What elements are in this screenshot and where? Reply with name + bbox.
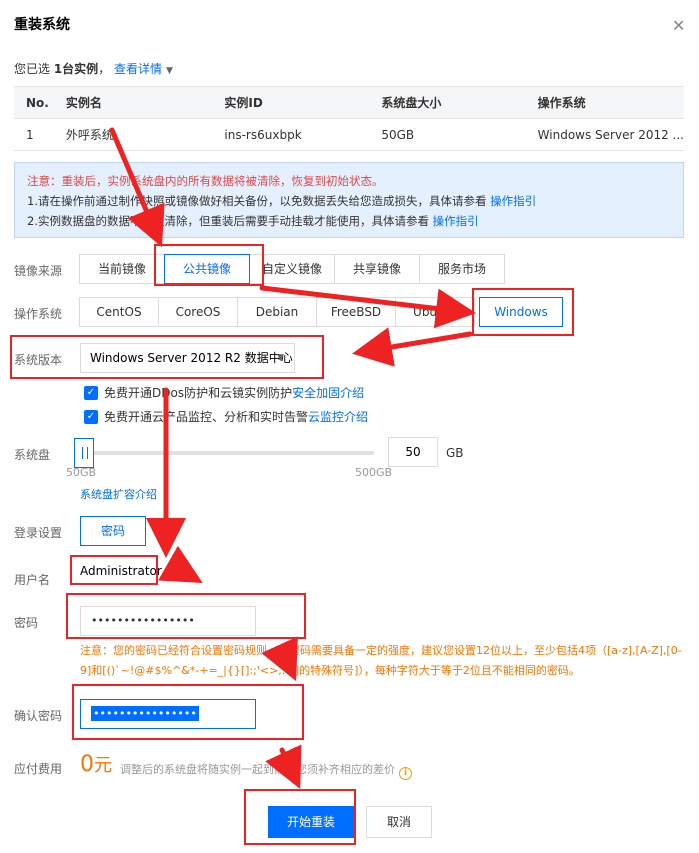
tab-centos[interactable]: CentOS: [79, 297, 159, 327]
close-icon[interactable]: ✕: [672, 18, 685, 34]
fee-label: 应付费用: [14, 762, 63, 776]
view-details-link[interactable]: 查看详情: [114, 62, 162, 76]
password-label: 密码: [14, 616, 39, 630]
username-value: Administrator: [80, 564, 162, 578]
os-label: 操作系统: [14, 307, 63, 321]
chevron-down-icon: ▼: [277, 353, 284, 363]
version-selected: Windows Server 2012 R2 数据中心: [90, 351, 293, 365]
dialog-title: 重装系统: [14, 17, 70, 33]
disk-slider-handle[interactable]: [74, 438, 94, 468]
tab-custom-image[interactable]: 自定义镜像: [249, 254, 335, 284]
cell-id: ins-rs6uxbpk: [212, 118, 370, 151]
password-note: 注意：您的密码已经符合设置密码规则，但密码需要具备一定的强度，建议您设置12位以…: [80, 644, 682, 677]
selected-prefix: 您已选: [14, 62, 54, 76]
cancel-button[interactable]: 取消: [366, 806, 432, 838]
version-label: 系统版本: [14, 353, 63, 367]
disk-size-input[interactable]: 50: [388, 437, 438, 467]
cell-no: 1: [14, 118, 54, 151]
disk-label: 系统盘: [14, 448, 51, 462]
tab-marketplace[interactable]: 服务市场: [419, 254, 505, 284]
image-source-label: 镜像来源: [14, 264, 63, 278]
col-os: 操作系统: [525, 86, 684, 119]
disk-min-label: 50GB: [66, 466, 97, 479]
disk-expand-link[interactable]: 系统盘扩容介绍: [80, 486, 157, 502]
table-row: 1 外呼系统 ins-rs6uxbpk 50GB Windows Server …: [14, 118, 684, 151]
confirm-label: 确认密码: [14, 709, 63, 723]
tab-coreos[interactable]: CoreOS: [158, 297, 238, 327]
confirm-password-input[interactable]: ••••••••••••••••: [80, 699, 256, 729]
table-header-row: No. 实例名 实例ID 系统盘大小 操作系统: [14, 86, 684, 119]
tab-public-image[interactable]: 公共镜像: [164, 254, 250, 284]
col-name: 实例名: [53, 86, 213, 119]
guide-link-2[interactable]: 操作指引: [433, 214, 479, 228]
tab-freebsd[interactable]: FreeBSD: [316, 297, 396, 327]
username-label: 用户名: [14, 573, 51, 587]
security-link[interactable]: 安全加固介绍: [292, 384, 364, 401]
fee-amount: 0元: [80, 752, 112, 777]
password-input[interactable]: ••••••••••••••••: [80, 606, 256, 636]
selected-count: 1台实例: [53, 62, 99, 76]
login-label: 登录设置: [14, 526, 63, 540]
monitor-link[interactable]: 云监控介绍: [308, 408, 368, 425]
arrow-small-username: [158, 545, 203, 583]
arrow-to-version: [352, 327, 473, 367]
monitor-text: 免费开通云产品监控、分析和实时告警: [104, 410, 309, 424]
os-tabs: CentOS CoreOS Debian FreeBSD Ubuntu Wind…: [79, 297, 563, 327]
info-icon[interactable]: i: [399, 767, 412, 780]
tab-windows[interactable]: Windows: [479, 297, 563, 327]
col-id: 实例ID: [212, 86, 370, 119]
selected-suffix: ，: [98, 62, 111, 76]
ddos-checkbox-row[interactable]: ✓ 免费开通DDos防护和云镜实例防护 安全加固介绍: [84, 384, 364, 401]
disk-max-label: 500GB: [355, 466, 393, 479]
login-password-option[interactable]: 密码: [80, 516, 146, 546]
selected-info: 您已选 1台实例， 查看详情 ▼: [14, 60, 173, 77]
disk-slider-track[interactable]: [74, 451, 374, 455]
tab-shared-image[interactable]: 共享镜像: [334, 254, 420, 284]
ddos-text: 免费开通DDos防护和云镜实例防护: [104, 386, 293, 400]
start-reinstall-button[interactable]: 开始重装: [268, 806, 354, 838]
monitor-checkbox-row[interactable]: ✓ 免费开通云产品监控、分析和实时告警 云监控介绍: [84, 408, 368, 425]
notice-box: 注意：重装后，实例系统盘内的所有数据将被清除，恢复到初始状态。 1.请在操作前通…: [14, 162, 684, 238]
chevron-down-icon[interactable]: ▼: [166, 66, 173, 76]
version-select[interactable]: Windows Server 2012 R2 数据中心 ▼: [80, 343, 295, 373]
check-icon[interactable]: ✓: [84, 409, 98, 424]
notice-warning: 注意：重装后，实例系统盘内的所有数据将被清除，恢复到初始状态。: [27, 174, 384, 188]
col-disk: 系统盘大小: [369, 86, 526, 119]
tab-current-image[interactable]: 当前镜像: [79, 254, 165, 284]
cell-disk: 50GB: [369, 118, 526, 151]
disk-unit: GB: [446, 446, 464, 460]
col-no: No.: [14, 86, 54, 119]
cell-name: 外呼系统: [53, 118, 213, 151]
notice-line-1: 1.请在操作前通过制作快照或镜像做好相关备份，以免数据丢失给您造成损失，具体请参…: [27, 194, 537, 208]
instance-table: No. 实例名 实例ID 系统盘大小 操作系统 1 外呼系统 ins-rs6ux…: [14, 86, 684, 151]
guide-link-1[interactable]: 操作指引: [490, 194, 536, 208]
fee-note: 调整后的系统盘将随实例一起到期，您须补齐相应的差价 i: [120, 761, 412, 780]
notice-line-2: 2.实例数据盘的数据不会被清除，但重装后需要手动挂载才能使用，具体请参看 操作指…: [27, 214, 479, 228]
tab-debian[interactable]: Debian: [237, 297, 317, 327]
check-icon[interactable]: ✓: [84, 385, 98, 400]
confirm-masked: ••••••••••••••••: [91, 706, 199, 721]
tab-ubuntu[interactable]: Ubuntu: [395, 297, 475, 327]
image-source-tabs: 当前镜像 公共镜像 自定义镜像 共享镜像 服务市场: [79, 254, 505, 284]
cell-os: Windows Server 2012 ...: [525, 118, 684, 151]
